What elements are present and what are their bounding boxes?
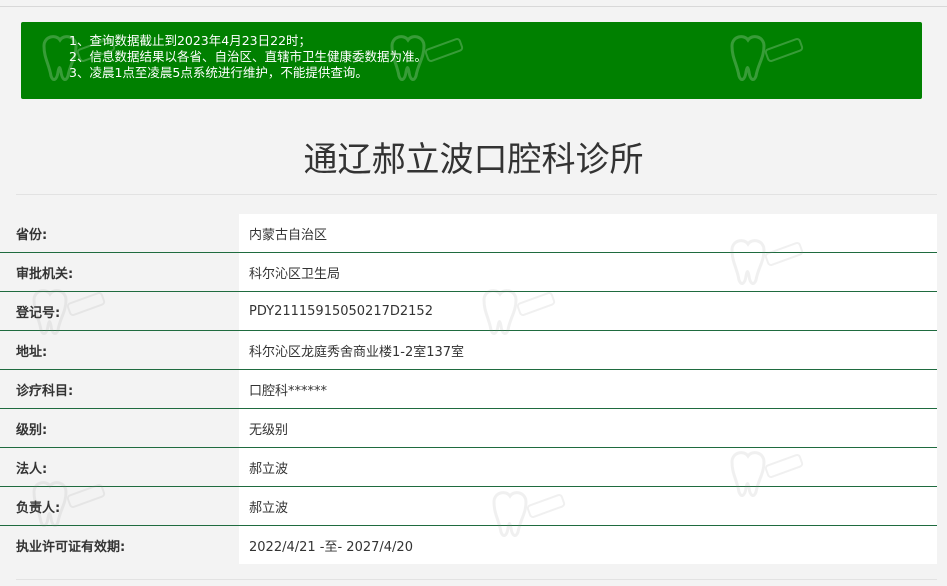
notice-banner: 1、查询数据截止到2023年4月23日22时； 2、信息数据结果以各省、自治区、… [21, 22, 922, 99]
row-license-validity: 执业许可证有效期: 2022/4/21 -至- 2027/4/20 [0, 526, 937, 564]
row-province: 省份: 内蒙古自治区 [0, 214, 937, 253]
legal-person-label: 法人: [16, 461, 48, 477]
clinic-info-table: 省份: 内蒙古自治区 审批机关: 科尔沁区卫生局 登记号: PDY2111591… [0, 214, 937, 564]
province-label: 省份: [16, 227, 48, 243]
row-approval-authority: 审批机关: 科尔沁区卫生局 [0, 253, 937, 292]
row-person-in-charge: 负责人: 郝立波 [0, 487, 937, 526]
row-treatment-subjects: 诊疗科目: 口腔科****** [0, 370, 937, 409]
approval-authority-label: 审批机关: [16, 266, 74, 282]
license-validity-value: 2022/4/21 -至- 2027/4/20 [239, 526, 937, 564]
legal-person-value: 郝立波 [239, 448, 937, 486]
person-in-charge-label: 负责人: [16, 500, 61, 516]
level-value: 无级别 [239, 409, 937, 447]
level-label: 级别: [16, 422, 48, 438]
row-address: 地址: 科尔沁区龙庭秀舍商业楼1-2室137室 [0, 331, 937, 370]
notice-line-3: 3、凌晨1点至凌晨5点系统进行维护，不能提供查询。 [69, 65, 368, 80]
title-divider [16, 194, 937, 195]
registration-number-value: PDY21115915050217D2152 [239, 292, 937, 330]
notice-line-2: 2、信息数据结果以各省、自治区、直辖市卫生健康委数据为准。 [69, 49, 427, 64]
row-registration-number: 登记号: PDY21115915050217D2152 [0, 292, 937, 331]
registration-number-label: 登记号: [16, 305, 61, 321]
row-legal-person: 法人: 郝立波 [0, 448, 937, 487]
person-in-charge-value: 郝立波 [239, 487, 937, 525]
province-value: 内蒙古自治区 [239, 214, 937, 252]
address-label: 地址: [16, 344, 48, 360]
approval-authority-value: 科尔沁区卫生局 [239, 253, 937, 291]
notice-line-1: 1、查询数据截止到2023年4月23日22时； [69, 33, 312, 48]
clinic-title: 通辽郝立波口腔科诊所 [303, 140, 644, 180]
row-level: 级别: 无级别 [0, 409, 937, 448]
top-divider [0, 6, 947, 7]
treatment-subjects-label: 诊疗科目: [16, 383, 74, 399]
bottom-divider [16, 579, 937, 580]
address-value: 科尔沁区龙庭秀舍商业楼1-2室137室 [239, 331, 937, 369]
license-validity-label: 执业许可证有效期: [16, 539, 126, 555]
treatment-subjects-value: 口腔科****** [239, 370, 937, 408]
